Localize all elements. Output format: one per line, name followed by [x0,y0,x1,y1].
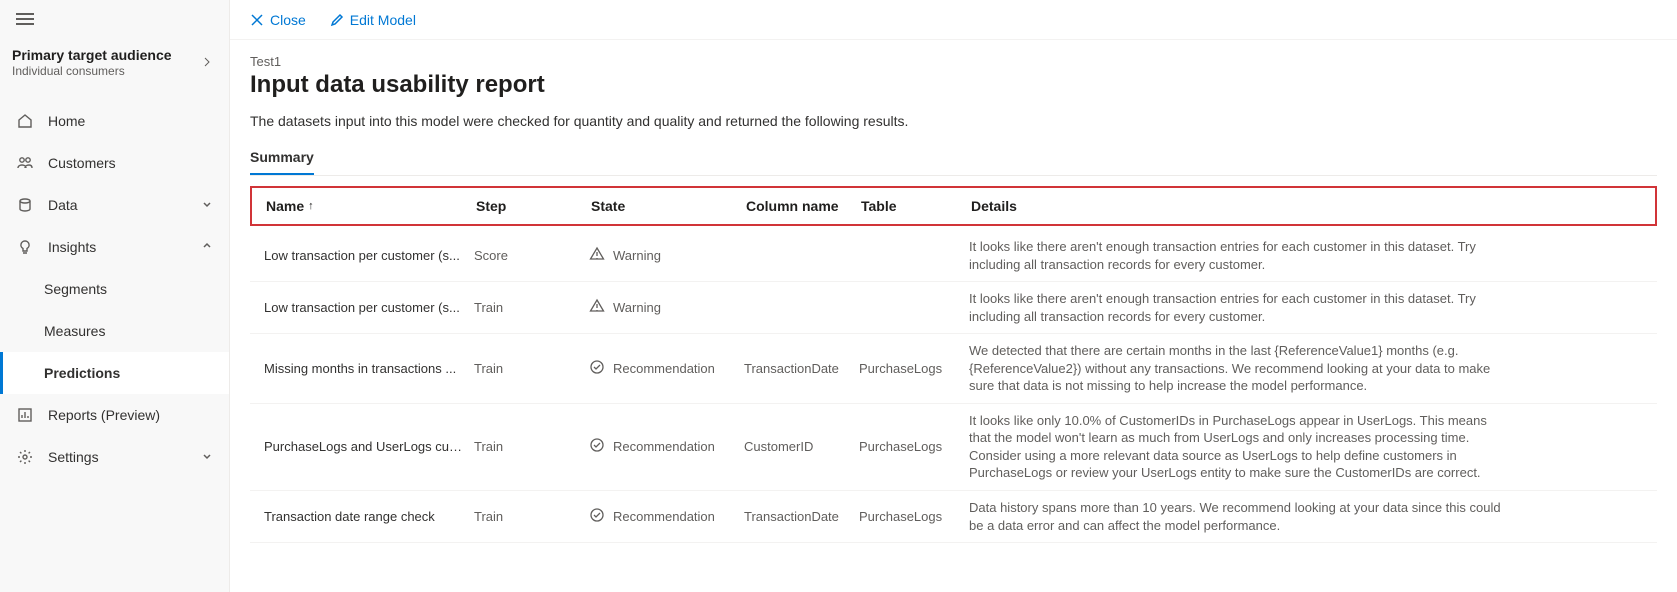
table-row[interactable]: Low transaction per customer (s...Score W… [250,230,1657,282]
nav: Home Customers Data Insights Segments Me… [0,100,229,478]
cell-step: Score [474,248,589,263]
state-label: Warning [613,248,661,263]
grid-header: Name ↑ Step State Column name Table Deta… [250,186,1657,226]
chevron-down-icon [201,197,213,213]
chevron-right-icon [201,55,213,71]
page-description: The datasets input into this model were … [250,113,1657,129]
content: Test1 Input data usability report The da… [230,40,1677,543]
main: Close Edit Model Test1 Input data usabil… [230,0,1677,592]
nav-label: Settings [48,449,99,465]
check-icon [589,359,605,378]
col-header-step[interactable]: Step [476,198,591,214]
cell-details: It looks like there aren't enough transa… [969,238,1647,273]
cell-state: Warning [589,298,744,317]
check-icon [589,507,605,526]
nav-item-predictions[interactable]: Predictions [0,352,229,394]
cell-state: Recommendation [589,359,744,378]
nav-label: Data [48,197,78,213]
table-row[interactable]: Missing months in transactions ...Train R… [250,334,1657,404]
col-header-column[interactable]: Column name [746,198,861,214]
audience-selector[interactable]: Primary target audience Individual consu… [0,38,229,94]
nav-item-home[interactable]: Home [0,100,229,142]
warning-icon [589,298,605,317]
cell-name: Low transaction per customer (s... [264,248,474,263]
audience-subtitle: Individual consumers [12,64,172,80]
table-row[interactable]: PurchaseLogs and UserLogs cus...Train Rec… [250,404,1657,491]
table-row[interactable]: Transaction date range checkTrain Recomme… [250,491,1657,543]
nav-label: Home [48,113,85,129]
cell-table: PurchaseLogs [859,439,969,454]
sidebar: Primary target audience Individual consu… [0,0,230,592]
usability-grid: Name ↑ Step State Column name Table Deta… [250,186,1657,543]
tabs: Summary [250,143,1657,176]
nav-label: Predictions [44,365,120,381]
cell-step: Train [474,509,589,524]
warning-icon [589,246,605,265]
cell-column: TransactionDate [744,361,859,376]
cell-name: Transaction date range check [264,509,474,524]
nav-item-reports[interactable]: Reports (Preview) [0,394,229,436]
cell-name: Low transaction per customer (s... [264,300,474,315]
nav-item-customers[interactable]: Customers [0,142,229,184]
cell-table: PurchaseLogs [859,509,969,524]
cell-table: PurchaseLogs [859,361,969,376]
col-header-state[interactable]: State [591,198,746,214]
table-row[interactable]: Low transaction per customer (s...Train W… [250,282,1657,334]
nav-item-settings[interactable]: Settings [0,436,229,478]
cell-step: Train [474,439,589,454]
sort-asc-icon: ↑ [308,200,314,212]
nav-label: Segments [44,281,107,297]
customers-icon [16,155,34,171]
nav-label: Reports (Preview) [48,407,160,423]
nav-label: Insights [48,239,96,255]
nav-item-data[interactable]: Data [0,184,229,226]
nav-item-insights[interactable]: Insights [0,226,229,268]
breadcrumb: Test1 [250,54,1657,69]
cell-state: Recommendation [589,437,744,456]
cell-details: Data history spans more than 10 years. W… [969,499,1647,534]
nav-label: Customers [48,155,116,171]
toolbar: Close Edit Model [230,0,1677,40]
cell-name: Missing months in transactions ... [264,361,474,376]
hamburger-icon[interactable] [0,4,229,38]
col-header-details[interactable]: Details [971,198,1645,214]
insights-icon [16,239,34,255]
cell-column: TransactionDate [744,509,859,524]
data-icon [16,197,34,213]
nav-label: Measures [44,323,105,339]
state-label: Recommendation [613,509,715,524]
cell-step: Train [474,361,589,376]
audience-title: Primary target audience [12,46,172,64]
cell-details: We detected that there are certain month… [969,342,1647,395]
home-icon [16,113,34,129]
state-label: Recommendation [613,361,715,376]
edit-label: Edit Model [350,12,416,28]
cell-state: Warning [589,246,744,265]
close-label: Close [270,12,306,28]
col-header-table[interactable]: Table [861,198,971,214]
cell-details: It looks like only 10.0% of CustomerIDs … [969,412,1647,482]
gear-icon [16,449,34,465]
cell-column: CustomerID [744,439,859,454]
col-header-name-label: Name [266,198,304,214]
check-icon [589,437,605,456]
nav-item-segments[interactable]: Segments [0,268,229,310]
tab-summary[interactable]: Summary [250,143,314,175]
cell-name: PurchaseLogs and UserLogs cus... [264,439,474,454]
grid-body: Low transaction per customer (s...ScoreW… [250,230,1657,543]
state-label: Warning [613,300,661,315]
reports-icon [16,407,34,423]
edit-model-button[interactable]: Edit Model [330,12,416,28]
close-button[interactable]: Close [250,12,306,28]
cell-step: Train [474,300,589,315]
page-title: Input data usability report [250,71,1657,99]
nav-item-measures[interactable]: Measures [0,310,229,352]
chevron-up-icon [201,239,213,255]
cell-state: Recommendation [589,507,744,526]
cell-details: It looks like there aren't enough transa… [969,290,1647,325]
state-label: Recommendation [613,439,715,454]
chevron-down-icon [201,449,213,465]
col-header-name[interactable]: Name ↑ [266,198,476,214]
